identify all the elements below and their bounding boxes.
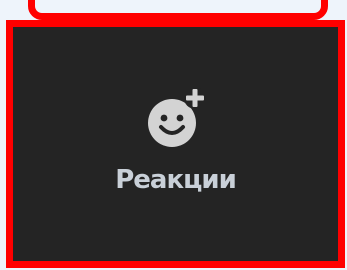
reactions-button[interactable]: Реакции: [13, 27, 338, 261]
reactions-label: Реакции: [115, 165, 237, 195]
highlight-frame: Реакции: [6, 20, 345, 268]
screenshot-canvas: Реакции: [0, 0, 347, 270]
highlight-frame-top: [28, 0, 328, 20]
add-reaction-icon: [142, 85, 210, 153]
